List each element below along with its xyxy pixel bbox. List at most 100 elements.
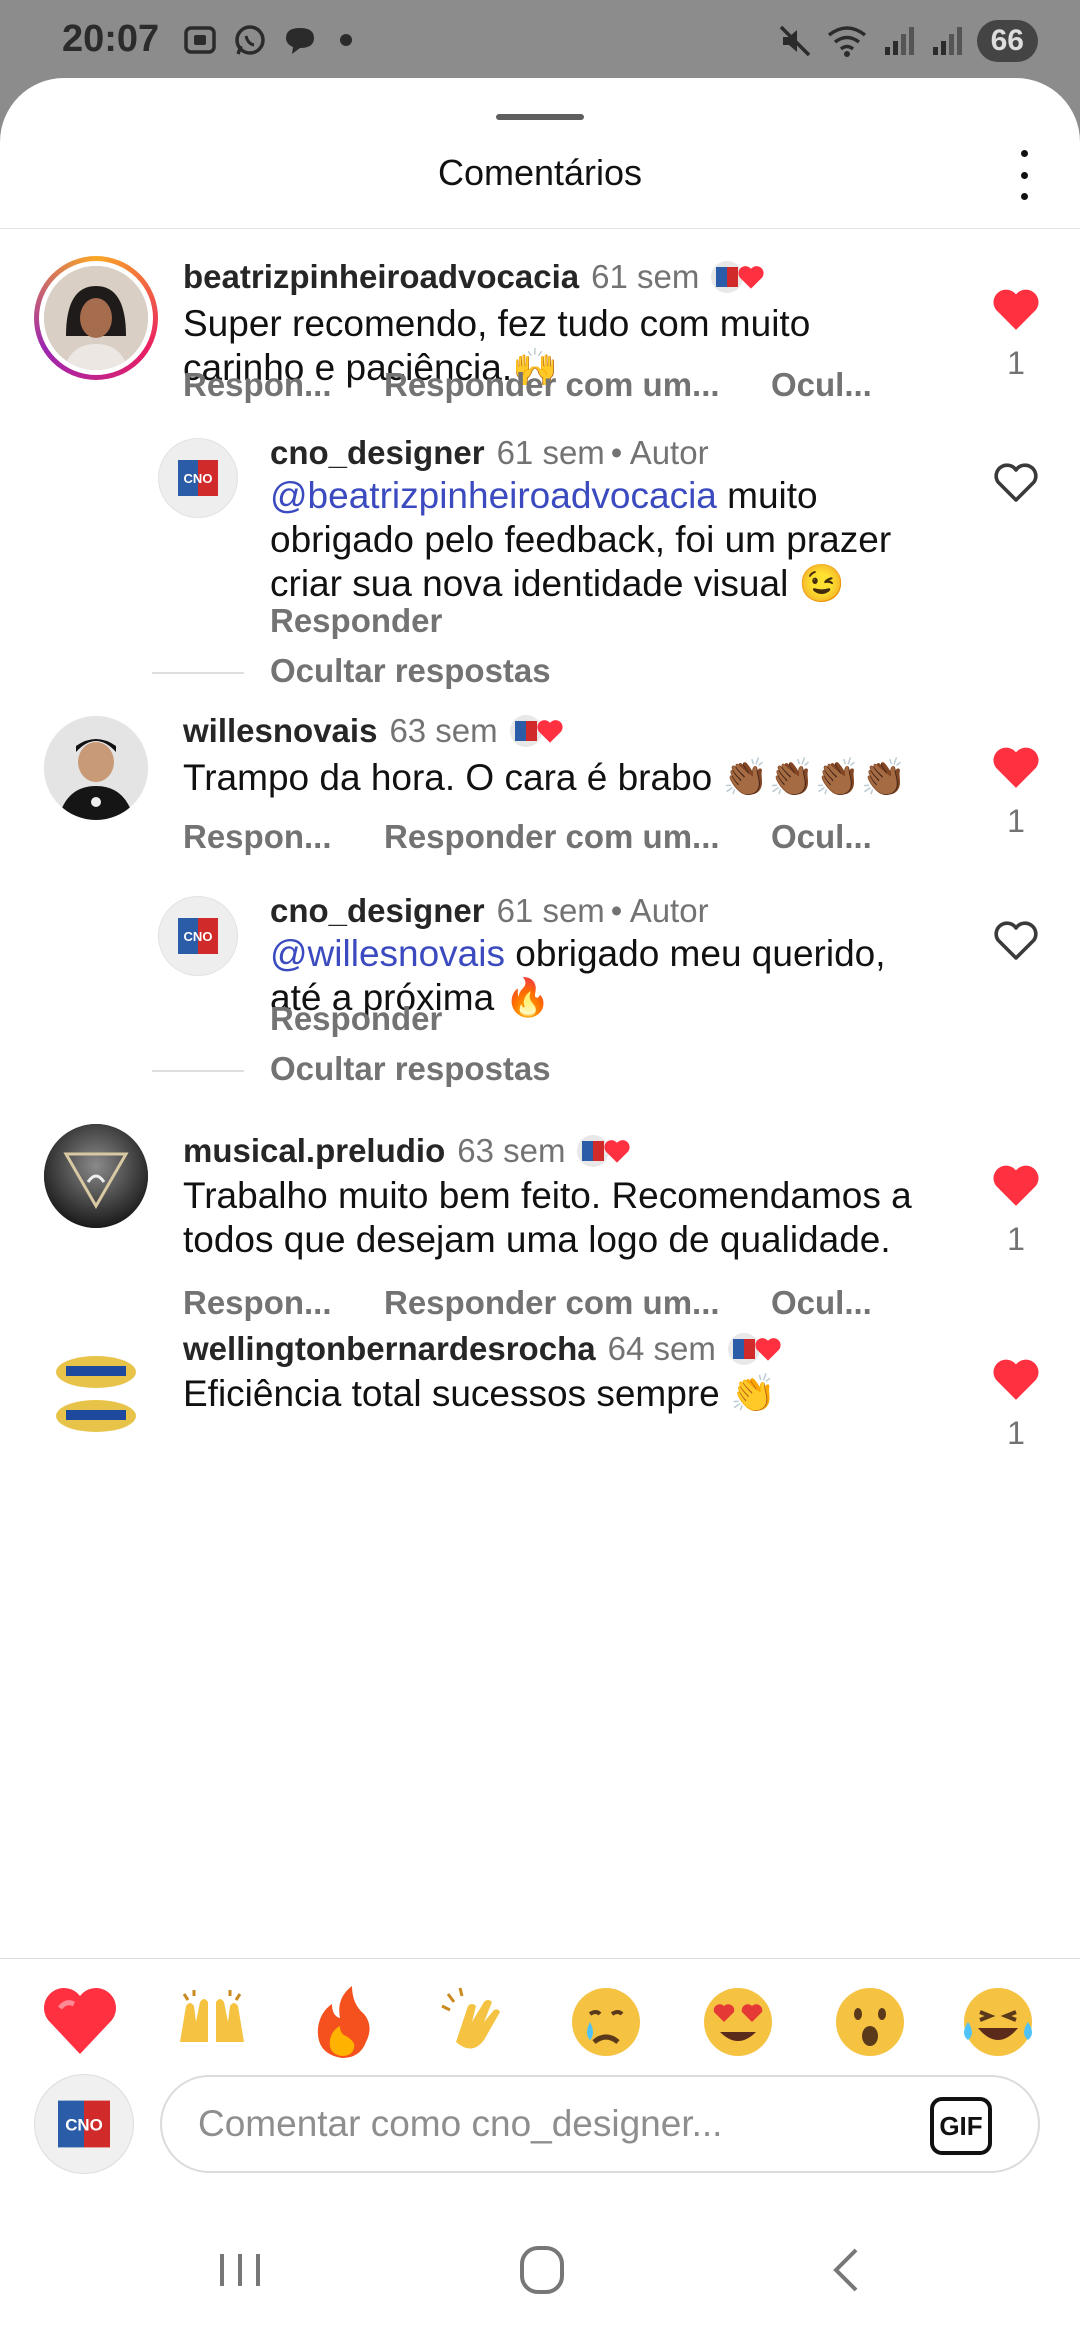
recent-apps-icon[interactable] (200, 2240, 280, 2300)
more-notifications-dot (340, 34, 352, 46)
reply-time: 61 sem (496, 434, 605, 471)
heart-emoji-button[interactable] (40, 1982, 120, 2062)
heart-outline-icon[interactable] (992, 460, 1040, 504)
heart-filled-icon[interactable] (991, 744, 1041, 790)
comment-meta: musical.preludio 63 sem (183, 1132, 631, 1170)
fire-emoji-button[interactable] (302, 1982, 382, 2062)
reply-button[interactable]: Responder (270, 602, 442, 640)
comment-username[interactable]: musical.preludio (183, 1132, 445, 1170)
comment-username[interactable]: wellingtonbernardesrocha (183, 1330, 596, 1368)
signal-2-icon (932, 27, 962, 55)
reply-meta: cno_designer 61 sem • Autor (270, 434, 709, 472)
hide-replies[interactable]: Ocultar respostas (152, 1050, 852, 1090)
cno-logo-text: CNO (184, 471, 213, 486)
comment-time: 63 sem (457, 1132, 566, 1169)
liked-by-author-badge (509, 715, 564, 747)
hide-button[interactable]: Ocul... (771, 366, 872, 404)
comment-username[interactable]: beatrizpinheiroadvocacia (183, 258, 579, 296)
heart-filled-icon[interactable] (991, 1356, 1041, 1402)
cno-logo-text: CNO (65, 2116, 103, 2135)
crying-face-emoji-button[interactable] (566, 1982, 646, 2062)
profile-photo (44, 716, 148, 820)
reply-username[interactable]: cno_designer (270, 892, 485, 930)
comment-like[interactable]: 1 (986, 1356, 1046, 1452)
comment-like[interactable]: 1 (986, 744, 1046, 840)
comment-text: Eficiência total sucessos sempre 👏 (183, 1373, 777, 1414)
status-notification-icons (182, 22, 352, 58)
hide-replies[interactable]: Ocultar respostas (152, 652, 852, 692)
heart-filled-icon (755, 1338, 781, 1361)
comment-meta: wellingtonbernardesrocha 64 sem (183, 1330, 782, 1368)
reply-with-button[interactable]: Responder com um... (384, 1284, 720, 1322)
hide-replies-label[interactable]: Ocultar respostas (270, 1050, 551, 1088)
composer-divider (0, 1958, 1080, 1959)
heart-outline-icon[interactable] (992, 918, 1040, 962)
comment-time: 63 sem (389, 712, 498, 749)
author-label: • Autor (610, 892, 709, 929)
comment-like[interactable]: 1 (986, 286, 1046, 382)
reply-with-button[interactable]: Responder com um... (384, 366, 720, 404)
drag-handle[interactable] (496, 114, 584, 120)
reply-like[interactable] (986, 460, 1046, 509)
profile-photo (44, 266, 148, 370)
comments-list[interactable]: beatrizpinheiroadvocacia 61 sem Super re… (0, 230, 1080, 2036)
liked-by-author-badge (711, 261, 765, 293)
comment-input[interactable]: Comentar como cno_designer... GIF (160, 2075, 1040, 2173)
heart-filled-icon (738, 266, 764, 289)
mention-link[interactable]: @willesnovais (270, 933, 505, 974)
clapping-hands-emoji-button[interactable] (436, 1982, 516, 2062)
reply-time: 61 sem (496, 892, 605, 929)
heart-filled-icon[interactable] (991, 286, 1041, 332)
gif-button[interactable]: GIF (930, 2097, 992, 2155)
reply-with-button[interactable]: Responder com um... (384, 818, 720, 856)
comment-like[interactable]: 1 (986, 1162, 1046, 1258)
profile-photo (44, 1124, 148, 1228)
liked-by-author-badge (577, 1135, 631, 1167)
avatar[interactable]: CNO (158, 896, 238, 976)
hide-button[interactable]: Ocul... (771, 818, 872, 856)
hide-replies-label[interactable]: Ocultar respostas (270, 652, 551, 690)
reply-button[interactable]: Respon... (183, 818, 332, 856)
reply-button[interactable]: Respon... (183, 1284, 332, 1322)
avatar[interactable]: CNO (158, 438, 238, 518)
cno-logo-text: CNO (184, 929, 213, 944)
comment-actions: Respon... Responder com um... Ocul... (183, 818, 903, 858)
reply-text: @beatrizpinheiroadvocacia muito obrigado… (270, 474, 910, 606)
avatar[interactable] (34, 256, 158, 380)
reply-button[interactable]: Respon... (183, 366, 332, 404)
comment-time: 64 sem (607, 1330, 716, 1367)
comment-meta: willesnovais 63 sem (183, 712, 564, 750)
more-vertical-icon[interactable] (1012, 150, 1036, 200)
divider-line (152, 672, 244, 674)
avatar[interactable] (44, 1124, 148, 1228)
reply-button[interactable]: Responder (270, 1000, 442, 1038)
like-count: 1 (1007, 1221, 1025, 1257)
wifi-icon (827, 26, 866, 57)
heart-eyes-emoji-button[interactable] (698, 1982, 778, 2062)
reply-username[interactable]: cno_designer (270, 434, 485, 472)
status-bar: 20:07 66 (0, 0, 1080, 80)
laughing-face-emoji-button[interactable] (958, 1982, 1038, 2062)
back-icon[interactable] (806, 2240, 886, 2300)
raising-hands-emoji-button[interactable] (172, 1982, 252, 2062)
status-time: 20:07 (62, 18, 160, 60)
avatar[interactable] (44, 716, 148, 820)
reply-like[interactable] (986, 918, 1046, 967)
comment-input-placeholder[interactable]: Comentar como cno_designer... (198, 2103, 722, 2145)
screenshot-icon (184, 26, 216, 54)
chat-icon (286, 28, 314, 54)
mention-link[interactable]: @beatrizpinheiroadvocacia (270, 475, 717, 516)
surprised-face-emoji-button[interactable] (830, 1982, 910, 2062)
home-icon[interactable] (502, 2240, 582, 2300)
comment-actions: Respon... Responder com um... Ocul... (183, 1284, 903, 1324)
heart-filled-icon[interactable] (991, 1162, 1041, 1208)
comment-username[interactable]: willesnovais (183, 712, 377, 750)
like-count: 1 (1007, 345, 1025, 381)
hide-button[interactable]: Ocul... (771, 1284, 872, 1322)
cno-logo: CNO (178, 460, 218, 496)
profile-photo (44, 1342, 148, 1446)
composer-avatar: CNO (34, 2074, 134, 2174)
comment-actions: Respon... Responder com um... Ocul... (183, 366, 903, 406)
header-divider (0, 228, 1080, 229)
avatar[interactable] (44, 1342, 148, 1446)
